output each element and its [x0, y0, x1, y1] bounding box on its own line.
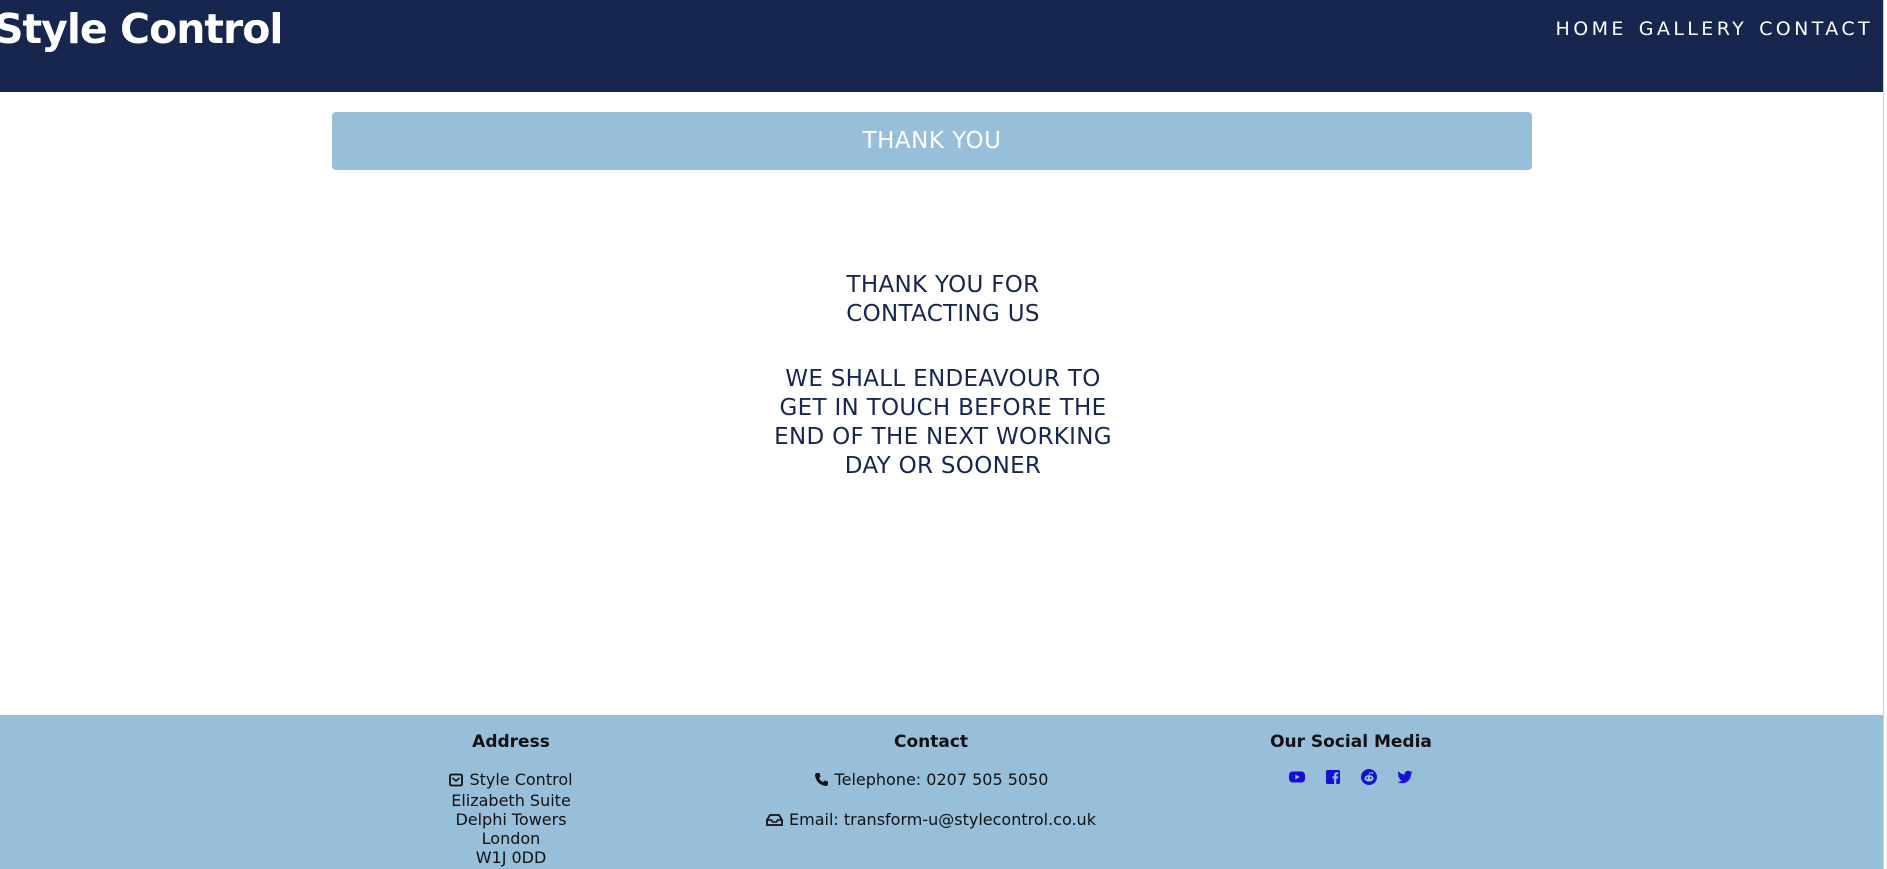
address-line: Delphi Towers — [455, 810, 567, 829]
reddit-icon[interactable] — [1360, 768, 1378, 786]
contact-column: Contact Telephone: 0207 505 5050 Email: … — [700, 732, 1162, 850]
phone-icon — [814, 772, 829, 791]
logo[interactable]: Style Control — [0, 4, 283, 54]
message-line: DAY OR SOONER — [844, 453, 1042, 479]
message-line: GET IN TOUCH BEFORE THE — [779, 395, 1107, 421]
site-footer: Address Style Control Elizabeth Suite De… — [0, 715, 1883, 869]
contact-heading: Contact — [893, 732, 969, 752]
address-heading: Address — [472, 732, 550, 752]
envelope-icon — [449, 772, 464, 791]
email-line: Email: transform-u@stylecontrol.co.uk — [700, 810, 1162, 831]
nav-contact[interactable]: CONTACT — [1759, 17, 1873, 41]
message-line: WE SHALL ENDEAVOUR TO — [785, 366, 1101, 392]
twitter-icon[interactable] — [1396, 768, 1414, 786]
address-line: Style Control — [411, 770, 611, 791]
telephone-link[interactable]: Telephone: 0207 505 5050 — [835, 770, 1049, 789]
inbox-icon — [766, 812, 783, 831]
nav-gallery[interactable]: GALLERY — [1639, 17, 1747, 41]
facebook-icon[interactable] — [1324, 768, 1342, 786]
address-column: Address Style Control Elizabeth Suite De… — [411, 732, 611, 867]
message-line: THANK YOU FOR — [846, 272, 1040, 298]
social-column: Our Social Media — [1251, 732, 1451, 786]
email-link[interactable]: Email: transform-u@stylecontrol.co.uk — [789, 810, 1096, 829]
address-line: Elizabeth Suite — [451, 791, 571, 810]
telephone-line: Telephone: 0207 505 5050 — [700, 770, 1162, 791]
follow-up-message: WE SHALL ENDEAVOUR TO GET IN TOUCH BEFOR… — [743, 365, 1143, 481]
youtube-icon[interactable] — [1288, 768, 1306, 786]
thank-you-banner: THANK YOU — [332, 112, 1532, 170]
main-nav: HOME GALLERY CONTACT — [1556, 17, 1873, 41]
nav-home[interactable]: HOME — [1556, 17, 1627, 41]
address-line: London — [481, 829, 541, 848]
address-line: W1J 0DD — [475, 848, 547, 867]
social-heading: Our Social Media — [1270, 732, 1432, 752]
scrollbar[interactable] — [1883, 0, 1887, 869]
site-header: Style Control HOME GALLERY CONTACT — [0, 0, 1883, 92]
thank-you-message: THANK YOU FOR CONTACTING US — [743, 271, 1143, 329]
message-line: END OF THE NEXT WORKING — [774, 424, 1112, 450]
message-line: CONTACTING US — [846, 301, 1040, 327]
social-links — [1251, 768, 1451, 786]
banner-title: THANK YOU — [862, 128, 1002, 154]
